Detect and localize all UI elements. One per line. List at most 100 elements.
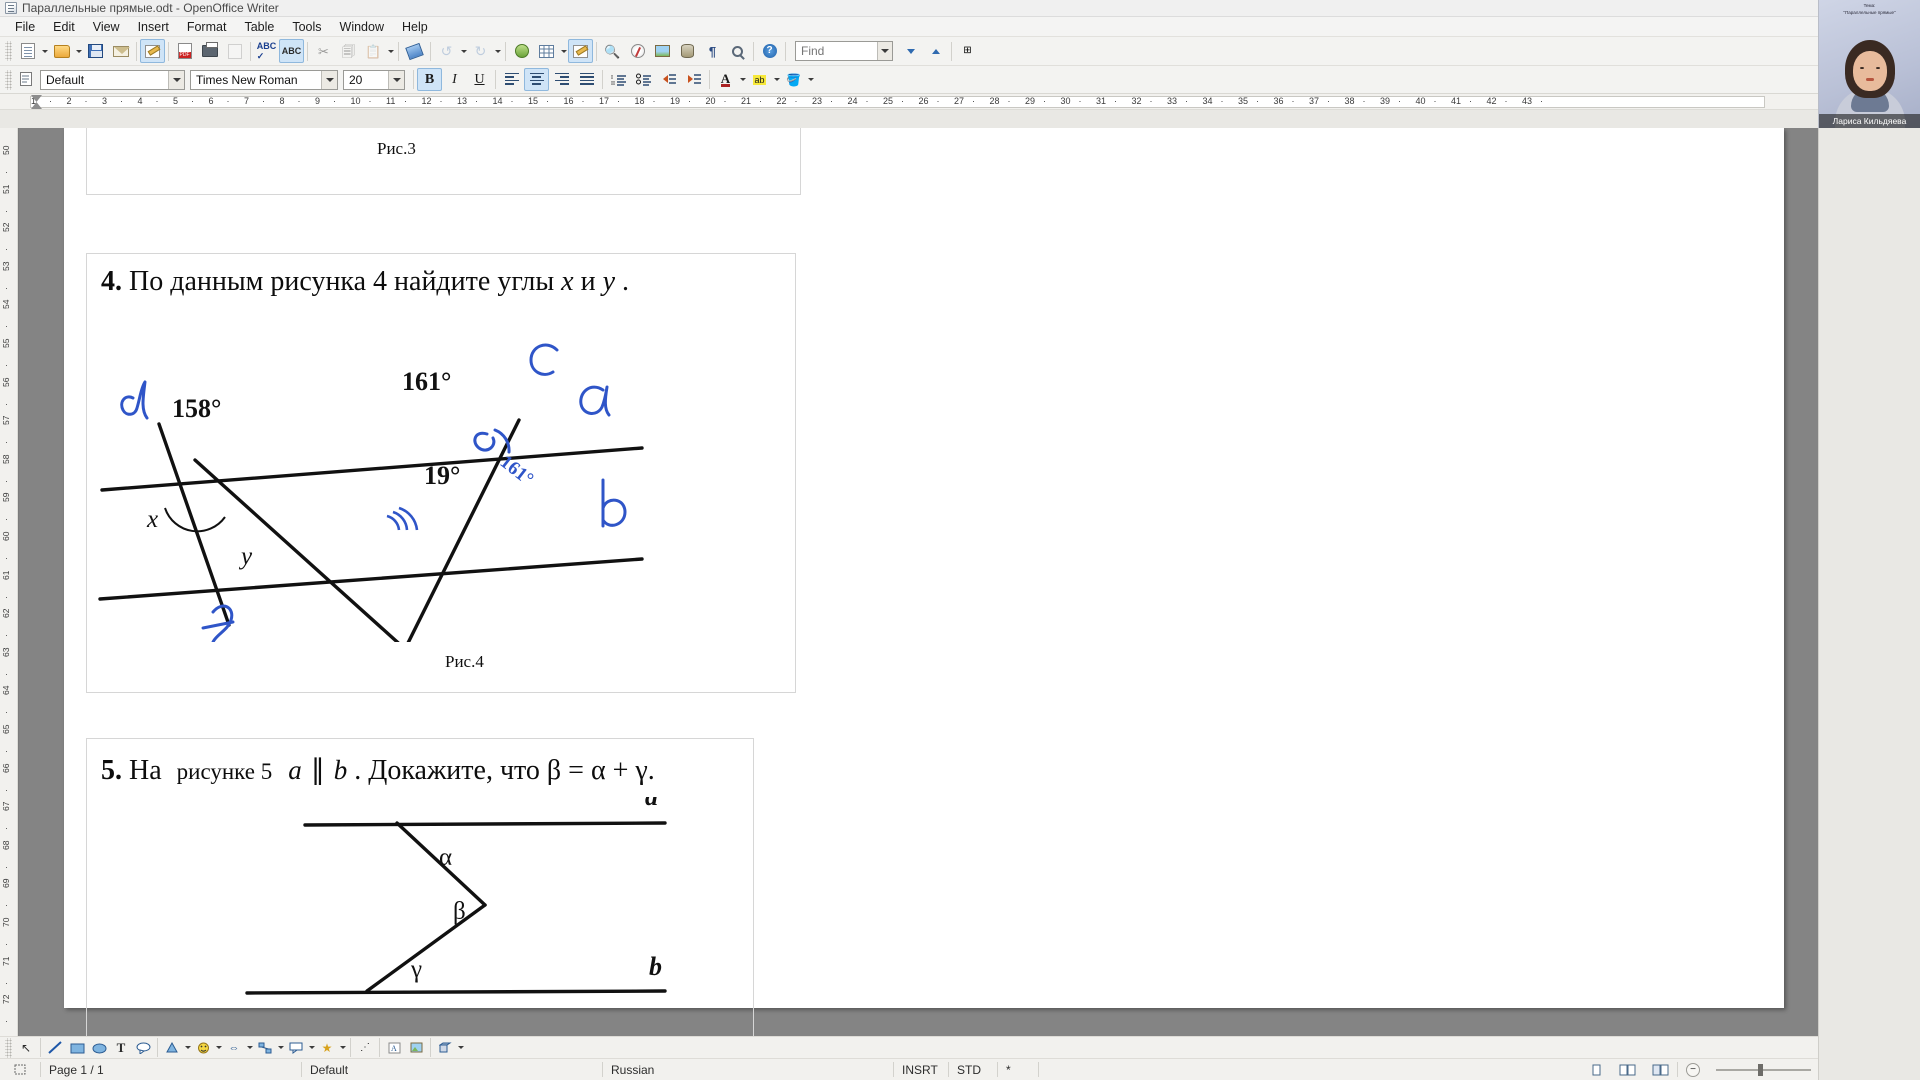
justified-button[interactable] <box>574 68 599 91</box>
find-all-button[interactable]: ⊞ <box>955 39 980 63</box>
undo-dropdown[interactable] <box>459 39 468 63</box>
font-size-arrow[interactable] <box>388 70 404 89</box>
menu-table[interactable]: Table <box>235 18 283 36</box>
new-document-dropdown[interactable] <box>40 39 49 63</box>
stars-tool[interactable]: ★ <box>316 1038 338 1058</box>
status-insert-mode[interactable]: INSRT <box>894 1059 948 1080</box>
from-file-tool[interactable] <box>405 1038 427 1058</box>
document-canvas[interactable]: 160 148 Рис.3 4. По данным рису <box>19 128 1920 1036</box>
export-pdf-button[interactable] <box>172 39 197 63</box>
horizontal-ruler[interactable]: 1 · 2 · 3 · 4 · 5 · 6 · 7 · 8 · 9 · 10 · 11 · 12 · 13 · 14 · 15 · 16 · 1… <box>0 94 1920 110</box>
decrease-indent-button[interactable] <box>656 68 681 91</box>
help-button[interactable]: ? <box>757 39 782 63</box>
view-layout-book[interactable] <box>1644 1059 1677 1080</box>
extrusion-dropdown[interactable] <box>456 1038 465 1058</box>
problem4-frame[interactable]: 4. По данным рисунка 4 найдите углы x и … <box>86 253 796 693</box>
ellipse-tool[interactable] <box>88 1038 110 1058</box>
find-toolbar-input[interactable] <box>795 41 893 61</box>
increase-indent-button[interactable] <box>681 68 706 91</box>
autospellcheck-button[interactable]: ABC <box>279 39 304 63</box>
bold-button[interactable]: B <box>417 68 442 91</box>
align-right-button[interactable] <box>549 68 574 91</box>
extrusion-tool[interactable] <box>434 1038 456 1058</box>
paste-button[interactable]: 📋 <box>361 39 386 63</box>
navigator-button[interactable] <box>625 39 650 63</box>
italic-button[interactable]: I <box>442 68 467 91</box>
menu-edit[interactable]: Edit <box>44 18 84 36</box>
block-arrows-dropdown[interactable] <box>245 1038 254 1058</box>
insert-table-dropdown[interactable] <box>559 39 568 63</box>
line-tool[interactable] <box>44 1038 66 1058</box>
select-tool[interactable]: ↖ <box>15 1038 37 1058</box>
find-replace-button[interactable]: 🔍 <box>600 39 625 63</box>
numbering-button[interactable]: I II <box>606 68 631 91</box>
find-previous-button[interactable] <box>923 39 948 63</box>
menu-view[interactable]: View <box>84 18 129 36</box>
vertical-ruler[interactable]: 50 · 51 · 52 · 53 · 54 · 55 · 56 · 57 · 58 · 59 · 60 · 61 · 62 · 6… <box>0 128 18 1036</box>
page-preview-button[interactable] <box>222 39 247 63</box>
bullets-button[interactable] <box>631 68 656 91</box>
toolbar-grip[interactable] <box>5 69 12 90</box>
menu-window[interactable]: Window <box>331 18 393 36</box>
cut-button[interactable]: ✂ <box>311 39 336 63</box>
font-name-combo[interactable]: Times New Roman <box>190 69 338 90</box>
print-file-button[interactable] <box>197 39 222 63</box>
paste-dropdown[interactable] <box>386 39 395 63</box>
gallery-button[interactable] <box>650 39 675 63</box>
callouts-tool[interactable] <box>132 1038 154 1058</box>
zoom-slider[interactable] <box>1708 1059 1819 1080</box>
menu-tools[interactable]: Tools <box>283 18 330 36</box>
underline-button[interactable]: U <box>467 68 492 91</box>
rectangle-tool[interactable] <box>66 1038 88 1058</box>
callout-shapes-dropdown[interactable] <box>307 1038 316 1058</box>
font-color-button[interactable]: A <box>713 68 738 91</box>
open-document-dropdown[interactable] <box>74 39 83 63</box>
hyperlink-button[interactable] <box>509 39 534 63</box>
zoom-slider-control[interactable] <box>1716 1063 1811 1077</box>
background-color-button[interactable]: 🪣 <box>781 68 806 91</box>
paragraph-style-combo[interactable]: Default <box>40 69 185 90</box>
highlighting-dropdown[interactable] <box>772 68 781 92</box>
font-color-dropdown[interactable] <box>738 68 747 92</box>
background-color-dropdown[interactable] <box>806 68 815 92</box>
figure3-frame[interactable]: 160 148 Рис.3 <box>86 128 801 195</box>
apply-style-icon-button[interactable] <box>15 68 40 92</box>
webcam-overlay[interactable]: Тема: "Параллельные прямые" Лариса Кильд… <box>1818 0 1920 128</box>
zoom-out-button[interactable]: − <box>1678 1059 1708 1080</box>
undo-button[interactable]: ↺ <box>434 39 459 63</box>
font-name-arrow[interactable] <box>321 70 337 89</box>
paragraph-style-arrow[interactable] <box>168 70 184 89</box>
view-layout-multi[interactable] <box>1611 1059 1644 1080</box>
menu-help[interactable]: Help <box>393 18 437 36</box>
edit-file-button[interactable] <box>140 39 165 63</box>
symbol-shapes-tool[interactable] <box>192 1038 214 1058</box>
spelling-button[interactable]: ABC ✓ <box>254 39 279 63</box>
align-center-button[interactable] <box>524 68 549 91</box>
basic-shapes-tool[interactable] <box>161 1038 183 1058</box>
redo-button[interactable]: ↻ <box>468 39 493 63</box>
menu-insert[interactable]: Insert <box>129 18 178 36</box>
flowchart-dropdown[interactable] <box>276 1038 285 1058</box>
redo-dropdown[interactable] <box>493 39 502 63</box>
font-size-combo[interactable]: 20 <box>343 69 405 90</box>
status-selection-mode[interactable]: STD <box>949 1059 997 1080</box>
formatting-marks-button[interactable]: ¶ <box>700 39 725 63</box>
fontwork-tool[interactable]: A <box>383 1038 405 1058</box>
points-tool[interactable]: ⋰ <box>354 1038 376 1058</box>
insert-table-button[interactable] <box>534 39 559 63</box>
toolbar-grip[interactable] <box>5 41 12 61</box>
toolbar-grip[interactable] <box>5 1037 12 1058</box>
document-page[interactable]: 160 148 Рис.3 4. По данным рису <box>64 128 1784 1036</box>
stars-dropdown[interactable] <box>338 1038 347 1058</box>
new-document-button[interactable] <box>15 39 40 63</box>
find-input[interactable] <box>801 44 877 58</box>
view-layout-single[interactable] <box>1582 1059 1611 1080</box>
data-sources-button[interactable] <box>675 39 700 63</box>
flowchart-tool[interactable] <box>254 1038 276 1058</box>
problem5-frame[interactable]: 5. На рисунке 5 a ∥ b . Докажите, что β … <box>86 738 754 1036</box>
symbol-shapes-dropdown[interactable] <box>214 1038 223 1058</box>
text-tool[interactable]: T <box>110 1038 132 1058</box>
basic-shapes-dropdown[interactable] <box>183 1038 192 1058</box>
highlighting-button[interactable]: ab <box>747 68 772 91</box>
find-dropdown-arrow[interactable] <box>877 42 892 60</box>
